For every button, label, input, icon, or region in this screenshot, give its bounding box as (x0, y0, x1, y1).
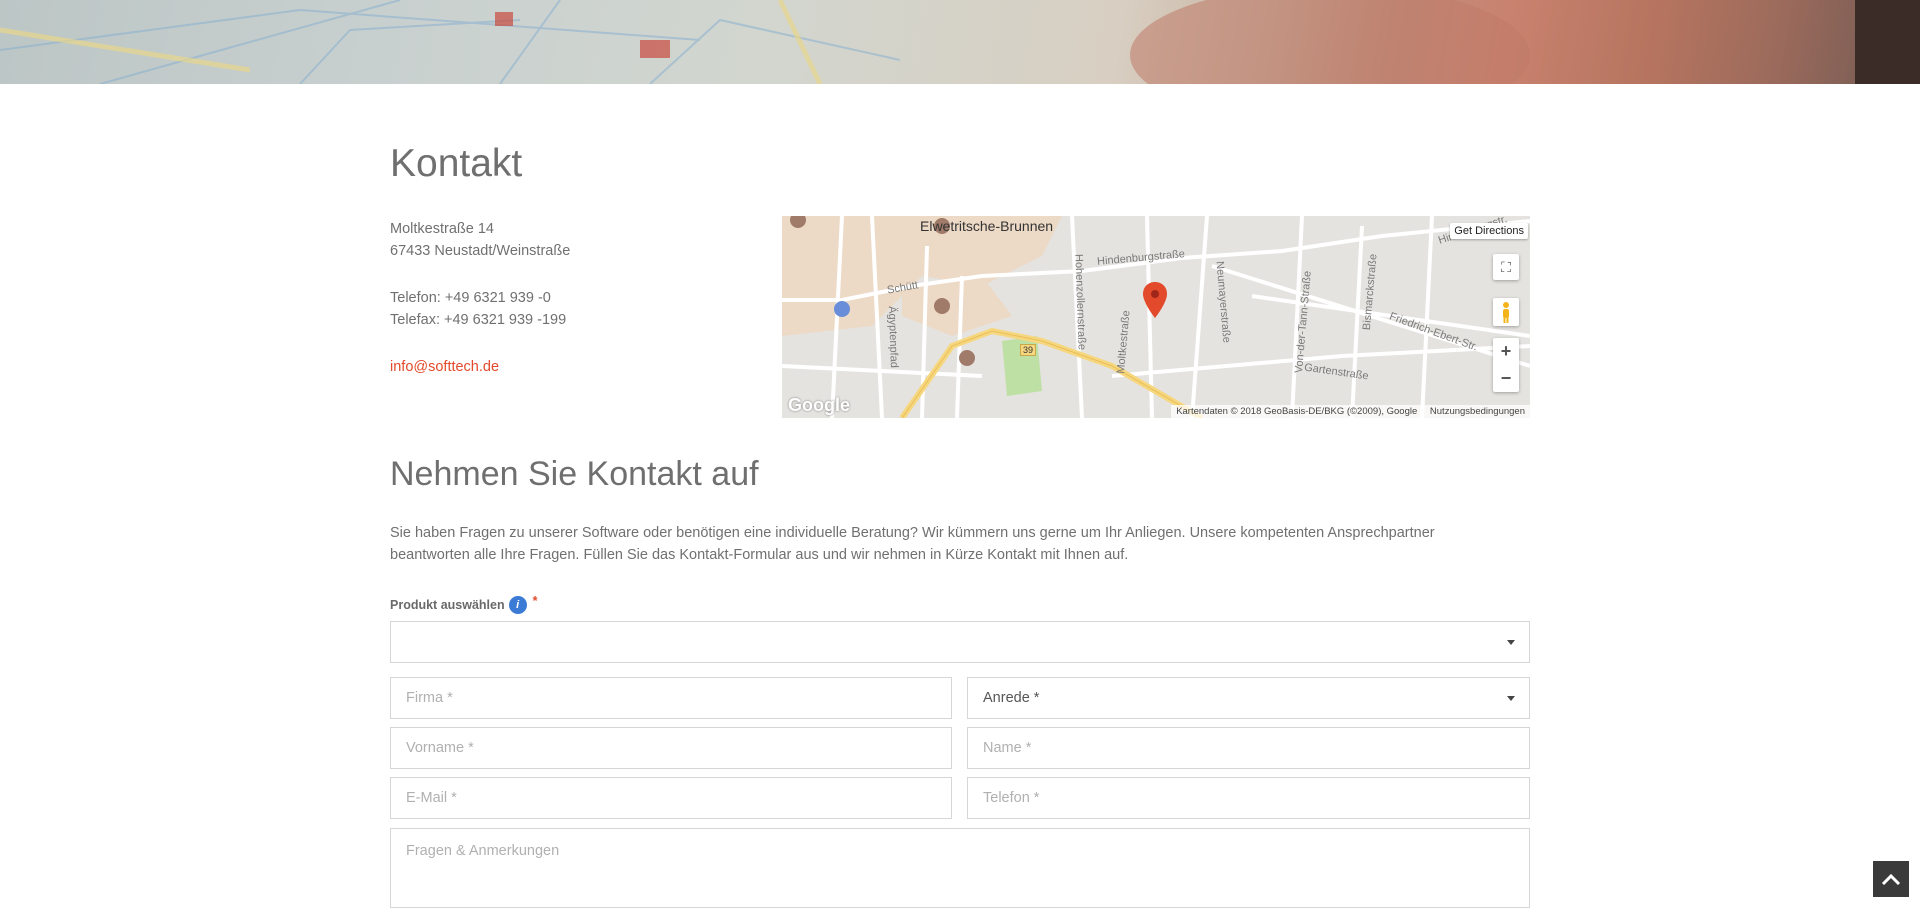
fullscreen-icon[interactable]: ⛶ (1493, 254, 1519, 280)
google-logo: Google (788, 395, 850, 415)
fragen-placeholder: Fragen & Anmerkungen (406, 843, 560, 859)
address-city: 67433 Neustadt/Weinstraße (390, 243, 571, 259)
vorname-placeholder: Vorname * (406, 740, 474, 756)
map-marker-icon[interactable] (1143, 282, 1167, 318)
telefon-input[interactable]: Telefon * (967, 777, 1530, 819)
road-number-badge: 39 (1020, 344, 1037, 356)
chevron-up-icon (1881, 873, 1901, 885)
name-placeholder: Name * (983, 740, 1032, 756)
zoom-control: + − (1493, 338, 1519, 392)
email-input[interactable]: E-Mail * (390, 777, 952, 819)
chevron-down-icon (1507, 640, 1515, 645)
google-map[interactable]: Elwetritsche-Brunnen Hindenburgstraße Hi… (782, 216, 1530, 418)
zoom-out-icon[interactable]: − (1493, 365, 1519, 392)
anrede-value: Anrede * (983, 690, 1040, 706)
address-block: Moltkestraße 14 67433 Neustadt/Weinstraß… (390, 218, 570, 378)
name-input[interactable]: Name * (967, 727, 1530, 769)
info-icon[interactable]: i (508, 596, 527, 614)
product-label-text: Produkt auswählen (390, 598, 505, 612)
email-placeholder: E-Mail * (406, 790, 457, 806)
form-intro-line: Sie haben Fragen zu unserer Software ode… (390, 525, 1435, 541)
required-marker: * (532, 594, 538, 608)
hero-banner (0, 0, 1920, 84)
pegman-icon[interactable] (1493, 298, 1519, 326)
map-attribution: Kartendaten © 2018 GeoBasis-DE/BKG (©200… (1171, 405, 1530, 418)
scroll-to-top-button[interactable] (1873, 861, 1909, 897)
form-intro-line: beantworten alle Ihre Fragen. Füllen Sie… (390, 547, 1129, 563)
vorname-input[interactable]: Vorname * (390, 727, 952, 769)
address-street: Moltkestraße 14 (390, 221, 494, 237)
map-poi-label: Elwetritsche-Brunnen (920, 218, 1054, 234)
map-street-label: Ägyptenpfad (885, 305, 900, 369)
product-select-label: Produkt auswählen i * (390, 594, 538, 614)
zoom-in-icon[interactable]: + (1493, 338, 1519, 365)
telefon-placeholder: Telefon * (983, 790, 1040, 806)
anrede-select[interactable]: Anrede * (967, 677, 1530, 719)
fragen-textarea[interactable]: Fragen & Anmerkungen (390, 828, 1530, 908)
firma-placeholder: Firma * (406, 690, 453, 706)
get-directions-button[interactable]: Get Directions (1450, 223, 1528, 239)
page-title: Kontakt (390, 142, 523, 185)
email-link[interactable]: info@softtech.de (390, 359, 499, 375)
chevron-down-icon (1507, 696, 1515, 701)
map-terms-link[interactable]: Nutzungsbedingungen (1430, 406, 1525, 417)
map-attribution-text: Kartendaten © 2018 GeoBasis-DE/BKG (©200… (1176, 406, 1418, 417)
form-heading: Nehmen Sie Kontakt auf (390, 455, 759, 493)
phone-number: Telefon: +49 6321 939 -0 (390, 290, 551, 306)
fax-number: Telefax: +49 6321 939 -199 (390, 312, 567, 328)
form-intro: Sie haben Fragen zu unserer Software ode… (390, 522, 1530, 566)
firma-input[interactable]: Firma * (390, 677, 952, 719)
product-select[interactable] (390, 621, 1530, 663)
